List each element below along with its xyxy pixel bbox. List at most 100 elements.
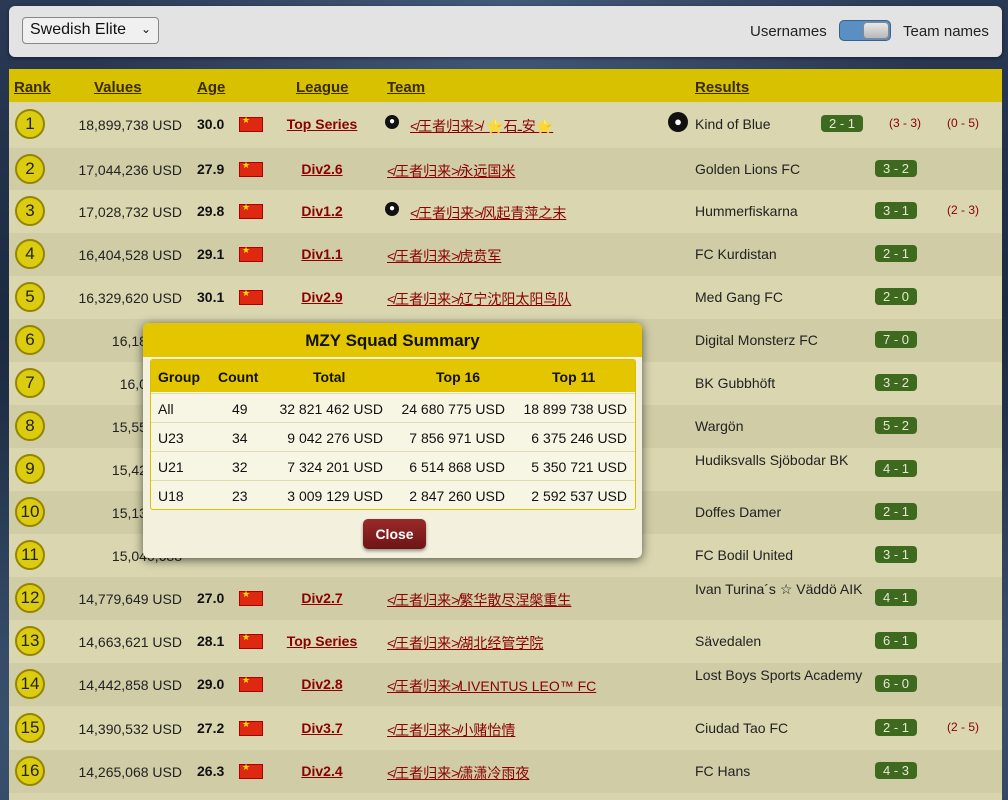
- match-result[interactable]: 7 - 0: [875, 331, 918, 348]
- team-link[interactable]: ≮王者归来≯湖北经管学院: [387, 633, 543, 653]
- rank-badge: 14: [15, 669, 45, 699]
- match-result[interactable]: 3 - 1: [875, 546, 918, 563]
- team-link[interactable]: ≮王者归来≯辽宁沈阳太阳鸟队: [387, 289, 571, 309]
- rank-badge: 1: [15, 109, 45, 139]
- match-result[interactable]: 6 - 1: [875, 632, 918, 649]
- summary-group: U21: [158, 459, 184, 475]
- average-age: 29.0: [197, 676, 225, 692]
- league-link[interactable]: Top Series: [262, 633, 382, 649]
- summary-header-group: Group: [158, 369, 200, 385]
- opponent-name: FC Hans: [695, 763, 751, 779]
- rank-badge: 11: [15, 540, 45, 570]
- match-result[interactable]: 3 - 2: [875, 374, 918, 391]
- team-value: 14,390,532 USD: [78, 721, 182, 737]
- league-link[interactable]: Div2.8: [262, 676, 382, 692]
- extra-result-link[interactable]: (3 - 3): [889, 116, 921, 130]
- opponent-name: BK Gubbhöft: [695, 375, 776, 391]
- header-values[interactable]: Values: [94, 79, 142, 96]
- summary-count: 49: [232, 401, 248, 417]
- team-value: 17,044,236 USD: [78, 162, 182, 178]
- summary-top16: 24 680 775 USD: [401, 401, 505, 417]
- summary-top11: 5 350 721 USD: [531, 459, 627, 475]
- league-link[interactable]: Div3.7: [262, 720, 382, 736]
- china-flag-icon: [239, 762, 263, 779]
- opponent-name: Sävedalen: [695, 633, 762, 649]
- league-link[interactable]: Div1.2: [262, 203, 382, 219]
- team-value: 14,442,858 USD: [78, 677, 182, 693]
- opponent-name: Wargön: [695, 418, 744, 434]
- average-age: 30.0: [197, 116, 225, 132]
- summary-table-header: Group Count Total Top 16 Top 11: [151, 360, 635, 392]
- league-link[interactable]: Div2.9: [262, 289, 382, 305]
- team-link[interactable]: ≮王者归来≯永远国米: [387, 161, 515, 181]
- team-value: 16,329,620 USD: [78, 290, 182, 306]
- table-row: 16 14,265,068 USD 26.3 Div2.4 ≮王者归来≯潇潇冷雨夜 FC …: [9, 750, 1002, 793]
- average-age: 29.8: [197, 203, 225, 219]
- match-result[interactable]: 4 - 3: [875, 762, 918, 779]
- header-team[interactable]: Team: [387, 79, 425, 96]
- average-age: 28.1: [197, 633, 225, 649]
- league-select[interactable]: Swedish Elite ⌄: [22, 17, 159, 44]
- summary-row: U18 23 3 009 129 USD 2 847 260 USD 2 592 537…: [151, 480, 635, 509]
- league-link[interactable]: Div2.4: [262, 763, 382, 779]
- league-link[interactable]: Div2.6: [262, 161, 382, 177]
- team-link[interactable]: ≮王者归来≯小赌怡情: [387, 720, 515, 740]
- match-result[interactable]: 2 - 1: [875, 503, 918, 520]
- match-result[interactable]: 6 - 0: [875, 675, 918, 692]
- average-age: 29.1: [197, 246, 225, 262]
- summary-header-count: Count: [218, 369, 259, 385]
- rank-badge: 3: [15, 196, 45, 226]
- average-age: 30.1: [197, 289, 225, 305]
- usernames-label: Usernames: [750, 23, 827, 40]
- toggle-knob[interactable]: [863, 22, 889, 39]
- league-link[interactable]: Div2.7: [262, 590, 382, 606]
- header-rank[interactable]: Rank: [14, 79, 51, 96]
- summary-count: 23: [232, 488, 248, 504]
- china-flag-icon: [239, 202, 263, 219]
- team-link[interactable]: ≮王者归来≯潇潇冷雨夜: [387, 763, 529, 783]
- rank-badge: 6: [15, 325, 45, 355]
- average-age: 27.9: [197, 161, 225, 177]
- match-result[interactable]: 3 - 2: [875, 160, 918, 177]
- close-button[interactable]: Close: [363, 519, 426, 549]
- average-age: 27.0: [197, 590, 225, 606]
- team-link[interactable]: ≮王者归来≯风起青萍之末: [410, 203, 566, 223]
- team-link[interactable]: ≮王者归来≯繁华散尽涅槃重生: [387, 590, 571, 610]
- accessibility-icon: ●: [385, 202, 399, 216]
- match-result[interactable]: 2 - 1: [821, 115, 864, 132]
- match-result[interactable]: 2 - 0: [875, 288, 918, 305]
- accessibility-icon: ●: [668, 112, 688, 132]
- league-select-value: Swedish Elite: [30, 21, 127, 38]
- match-result[interactable]: 4 - 1: [875, 460, 918, 477]
- match-result[interactable]: 2 - 1: [875, 245, 918, 262]
- table-row: 4 16,404,528 USD 29.1 Div1.1 ≮王者归来≯虎贲军 FC Kur…: [9, 233, 1002, 276]
- table-row: 13 14,663,621 USD 28.1 Top Series ≮王者归来≯湖北经管…: [9, 620, 1002, 663]
- team-link[interactable]: ≮王者归来≯虎贲军: [387, 246, 501, 266]
- opponent-name: FC Kurdistan: [695, 246, 777, 262]
- average-age: 26.3: [197, 763, 225, 779]
- team-value: 16,404,528 USD: [78, 247, 182, 263]
- team-link[interactable]: ≮王者归来≯LIVENTUS LEO™ FC: [387, 676, 596, 696]
- extra-result-link[interactable]: (2 - 3): [947, 203, 979, 217]
- summary-top16: 7 856 971 USD: [409, 430, 505, 446]
- china-flag-icon: [239, 675, 263, 692]
- match-result[interactable]: 5 - 2: [875, 417, 918, 434]
- header-results[interactable]: Results: [695, 79, 749, 96]
- china-flag-icon: [239, 160, 263, 177]
- average-age: 27.2: [197, 720, 225, 736]
- rank-badge: 12: [15, 583, 45, 613]
- league-link[interactable]: Div1.1: [262, 246, 382, 262]
- header-age[interactable]: Age: [197, 79, 225, 96]
- summary-top11: 2 592 537 USD: [531, 488, 627, 504]
- name-mode-toggle[interactable]: [839, 20, 891, 41]
- match-result[interactable]: 4 - 1: [875, 589, 918, 606]
- match-result[interactable]: 2 - 1: [875, 719, 918, 736]
- match-result[interactable]: 3 - 1: [875, 202, 918, 219]
- extra-result-link[interactable]: (0 - 5): [947, 116, 979, 130]
- extra-result-link[interactable]: (2 - 5): [947, 720, 979, 734]
- league-link[interactable]: Top Series: [262, 116, 382, 132]
- table-row: 12 14,779,649 USD 27.0 Div2.7 ≮王者归来≯繁华散尽涅槃重生…: [9, 577, 1002, 620]
- team-link[interactable]: ≮王者归来≯ ⭐石ـ安⭐: [410, 116, 553, 136]
- header-league[interactable]: League: [296, 79, 349, 96]
- rank-badge: 8: [15, 411, 45, 441]
